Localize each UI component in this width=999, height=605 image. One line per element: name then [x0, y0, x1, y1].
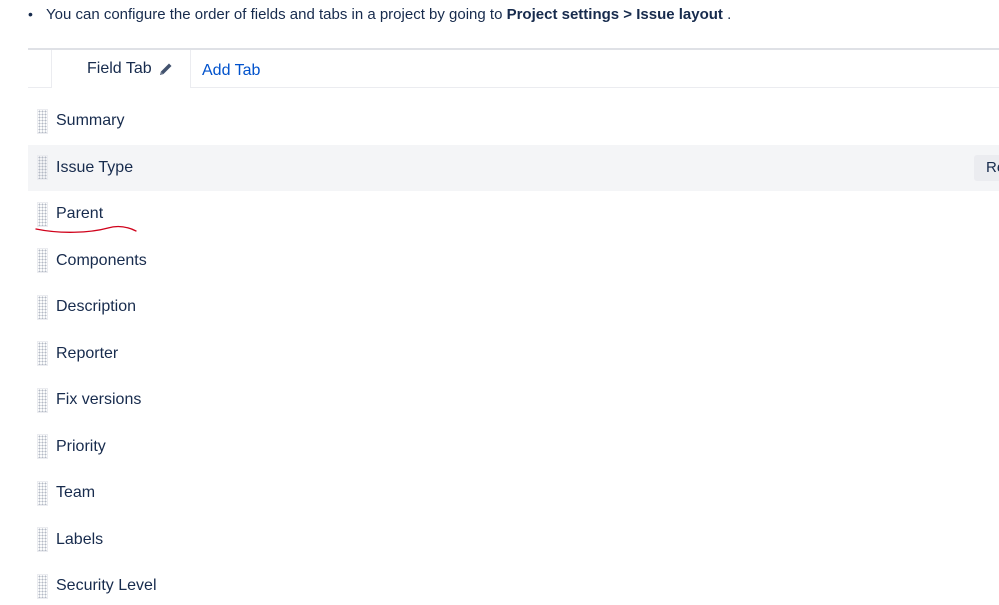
- bullet-icon: •: [28, 6, 33, 22]
- drag-handle-icon[interactable]: [37, 387, 48, 413]
- note-text-end: .: [722, 6, 732, 23]
- instruction-note: • You can configure the order of fields a…: [28, 4, 731, 25]
- drag-handle-icon[interactable]: [37, 573, 48, 599]
- field-row[interactable]: Components: [28, 238, 999, 285]
- field-row[interactable]: Parent: [28, 191, 999, 238]
- red-underline-annotation: [35, 225, 137, 233]
- field-row[interactable]: Description: [28, 284, 999, 331]
- field-label: Issue Type: [56, 158, 134, 176]
- field-list: Summary Issue Type Re Parent Components Descr…: [28, 98, 999, 605]
- pencil-icon[interactable]: [158, 61, 174, 77]
- field-row[interactable]: Issue Type Re: [28, 144, 999, 191]
- field-label: Summary: [56, 112, 125, 130]
- field-label: Team: [56, 484, 96, 502]
- field-row[interactable]: Priority: [28, 424, 999, 471]
- note-text: You can configure the order of fields an…: [46, 6, 507, 23]
- field-row[interactable]: Team: [28, 470, 999, 517]
- drag-handle-icon[interactable]: [37, 434, 48, 460]
- field-label: Description: [56, 298, 137, 316]
- field-label: Components: [56, 251, 147, 269]
- tab-bar: Field Tab Add Tab: [28, 50, 999, 88]
- field-label: Parent: [56, 205, 104, 223]
- tab-field-label: Field Tab: [87, 60, 152, 77]
- drag-handle-icon[interactable]: [37, 341, 48, 367]
- note-settings-path: Project settings > Issue layout: [506, 6, 723, 23]
- field-label: Security Level: [56, 577, 157, 595]
- drag-handle-icon[interactable]: [37, 108, 48, 134]
- drag-handle-icon[interactable]: [37, 248, 48, 274]
- page: • You can configure the order of fields a…: [0, 0, 999, 605]
- field-label: Priority: [56, 437, 106, 455]
- field-row[interactable]: Fix versions: [28, 377, 999, 424]
- field-label: Labels: [56, 530, 104, 548]
- drag-handle-icon[interactable]: [37, 155, 48, 181]
- field-label: Fix versions: [56, 391, 142, 409]
- field-row[interactable]: Reporter: [28, 331, 999, 378]
- drag-handle-icon[interactable]: [37, 480, 48, 506]
- field-row[interactable]: Security Level: [28, 563, 999, 605]
- field-row[interactable]: Summary: [28, 98, 999, 145]
- drag-handle-icon[interactable]: [37, 294, 48, 320]
- field-row[interactable]: Labels: [28, 517, 999, 564]
- field-label: Reporter: [56, 344, 119, 362]
- drag-handle-icon[interactable]: [37, 527, 48, 553]
- row-action-button[interactable]: Re: [974, 154, 999, 181]
- tab-field[interactable]: Field Tab: [51, 50, 191, 88]
- add-tab-link[interactable]: Add Tab: [202, 62, 260, 80]
